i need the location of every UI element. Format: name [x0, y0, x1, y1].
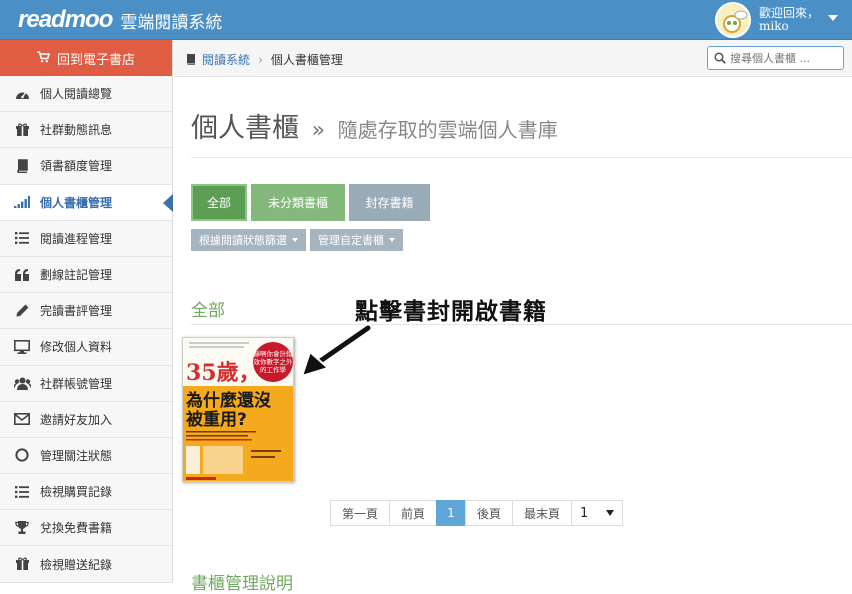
quote-icon: [13, 267, 31, 283]
first-page-button[interactable]: 第一頁: [330, 500, 390, 526]
sidebar-item-gift-records[interactable]: 檢視贈送紀錄: [0, 546, 172, 583]
list-icon: [13, 230, 31, 246]
sidebar-item-label: 社群動態訊息: [40, 123, 113, 138]
circle-icon: [13, 447, 31, 463]
annotation-callout: 點擊書封開啟書籍: [355, 299, 547, 325]
avatar: [715, 2, 751, 38]
sidebar-item-label: 劃線註記管理: [40, 268, 113, 283]
sidebar-item-highlights[interactable]: 劃線註記管理: [0, 256, 172, 294]
breadcrumb-separator: ›: [258, 52, 263, 67]
svg-text:35歲，: 35歲，: [186, 360, 261, 386]
page-title-text: 個人書櫃: [191, 113, 299, 144]
sidebar-item-overview[interactable]: 個人閱讀總覽: [0, 76, 172, 113]
search-icon: [714, 52, 726, 64]
envelope-icon: [13, 411, 31, 427]
cart-icon: [36, 50, 51, 66]
sidebar-item-quota[interactable]: 領書額度管理: [0, 148, 172, 185]
sidebar-item-label: 邀請好友加入: [40, 412, 113, 427]
breadcrumb-current: 個人書櫃管理: [270, 53, 343, 67]
sidebar-item-label: 管理關注狀態: [40, 448, 113, 463]
sidebar-item-reading-progress[interactable]: 閱讀進程管理: [0, 220, 172, 257]
caret-down-icon: [292, 238, 298, 242]
sidebar-item-label: 個人閱讀總覽: [40, 87, 113, 102]
sidebar-item-label: 兌換免費書籍: [40, 521, 113, 536]
sidebar-item-label: 檢視購買記錄: [40, 485, 113, 500]
pencil-icon: [13, 303, 31, 319]
monitor-icon: [13, 339, 31, 355]
sidebar: 回到電子書店 個人閱讀總覽 社群動態訊息 領書額度管理 個人書櫃管理 閱讀進程管…: [0, 40, 173, 583]
next-page-button[interactable]: 後頁: [465, 500, 513, 526]
sidebar-item-label: 修改個人資料: [40, 340, 113, 355]
svg-text:靜啊你會計錯: 靜啊你會計錯: [254, 349, 294, 358]
sidebar-item-label: 檢視贈送紀錄: [40, 557, 113, 572]
title-separator: »: [311, 118, 326, 143]
breadcrumb-bar: 閱讀系統 › 個人書櫃管理: [174, 40, 852, 77]
book-icon: [186, 54, 196, 65]
logo[interactable]: readmoo 雲端閱讀系統: [18, 6, 223, 33]
sidebar-item-reviews[interactable]: 完讀書評管理: [0, 293, 172, 330]
sidebar-item-invite-friends[interactable]: 邀請好友加入: [0, 401, 172, 438]
sidebar-item-social-accounts[interactable]: 社群帳號管理: [0, 365, 172, 402]
gift-icon: [13, 122, 31, 138]
sidebar-item-label: 領書額度管理: [40, 159, 113, 174]
signal-bars-icon: [13, 194, 31, 210]
status-filter-label: 根據閱讀狀態篩選: [199, 234, 287, 247]
back-to-store-button[interactable]: 回到電子書店: [0, 40, 172, 76]
last-page-button[interactable]: 最末頁: [512, 500, 572, 526]
book-cover-art: 靜啊你會計錯 效你數字之外 的工作學 35歲， 為什麼還沒 被重用?: [183, 338, 294, 481]
top-navbar: readmoo 雲端閱讀系統 歡迎回來， miko: [0, 0, 852, 40]
status-filter-dropdown[interactable]: 根據閱讀狀態篩選: [191, 229, 306, 251]
svg-text:為什麼還沒: 為什麼還沒: [186, 390, 272, 411]
search-input[interactable]: [730, 51, 830, 65]
username: miko: [759, 19, 789, 33]
caret-down-icon: [606, 510, 614, 516]
tab-all[interactable]: 全部: [191, 184, 247, 221]
gift-icon: [13, 556, 31, 572]
page-select[interactable]: 1: [571, 500, 623, 526]
prev-page-button[interactable]: 前頁: [389, 500, 437, 526]
chevron-down-icon[interactable]: [828, 15, 838, 21]
tab-uncategorized[interactable]: 未分類書櫃: [251, 184, 345, 221]
sidebar-item-profile[interactable]: 修改個人資料: [0, 329, 172, 366]
sidebar-item-social-feed[interactable]: 社群動態訊息: [0, 112, 172, 149]
sidebar-item-label: 完讀書評管理: [40, 304, 113, 319]
page-subtitle: 隨處存取的雲端個人書庫: [337, 118, 558, 142]
trophy-icon: [13, 520, 31, 536]
page-title: 個人書櫃 » 隨處存取的雲端個人書庫: [191, 106, 558, 145]
sidebar-item-label: 個人書櫃管理: [40, 195, 113, 210]
section-title: 全部: [191, 301, 225, 321]
filter-bar: 根據閱讀狀態篩選 管理自定書櫃: [191, 229, 407, 251]
breadcrumb: 閱讀系統 › 個人書櫃管理: [186, 51, 343, 68]
book-cover[interactable]: 靜啊你會計錯 效你數字之外 的工作學 35歲， 為什麼還沒 被重用?: [182, 337, 294, 482]
sidebar-item-label: 社群帳號管理: [40, 376, 113, 391]
custom-shelf-label: 管理自定書櫃: [318, 234, 384, 247]
caret-down-icon: [389, 238, 395, 242]
logo-wordmark: readmoo: [18, 6, 113, 33]
sidebar-item-follow-status[interactable]: 管理關注狀態: [0, 437, 172, 475]
arrow-icon: [300, 323, 373, 378]
back-to-store-label: 回到電子書店: [56, 52, 135, 68]
book-icon: [13, 158, 31, 174]
pagination: 第一頁 前頁 1 後頁 最末頁 1: [330, 500, 623, 526]
svg-text:被重用?: 被重用?: [186, 409, 247, 430]
users-icon: [13, 375, 31, 391]
tab-archived[interactable]: 封存書籍: [349, 184, 430, 221]
divider: [191, 157, 852, 158]
dashboard-icon: [13, 86, 31, 102]
list-icon: [13, 484, 31, 500]
sidebar-item-redeem-books[interactable]: 兌換免費書籍: [0, 510, 172, 547]
search-box[interactable]: [707, 46, 844, 70]
page-select-value: 1: [580, 505, 589, 521]
user-menu[interactable]: 歡迎回來， miko: [715, 0, 852, 40]
system-name: 雲端閱讀系統: [120, 12, 223, 33]
sidebar-item-label: 閱讀進程管理: [40, 231, 113, 246]
custom-shelf-dropdown[interactable]: 管理自定書櫃: [310, 229, 403, 251]
main-content: 個人書櫃 » 隨處存取的雲端個人書庫 全部 未分類書櫃 封存書籍 根據閱讀狀態篩…: [174, 78, 852, 594]
svg-text:的工作學: 的工作學: [260, 365, 287, 374]
sidebar-item-purchase-history[interactable]: 檢視購買記錄: [0, 474, 172, 511]
shelf-tabs: 全部 未分類書櫃 封存書籍: [191, 184, 434, 221]
sidebar-item-bookshelf[interactable]: 個人書櫃管理: [0, 184, 173, 221]
current-page-button[interactable]: 1: [436, 500, 466, 526]
breadcrumb-home-link[interactable]: 閱讀系統: [202, 51, 250, 68]
